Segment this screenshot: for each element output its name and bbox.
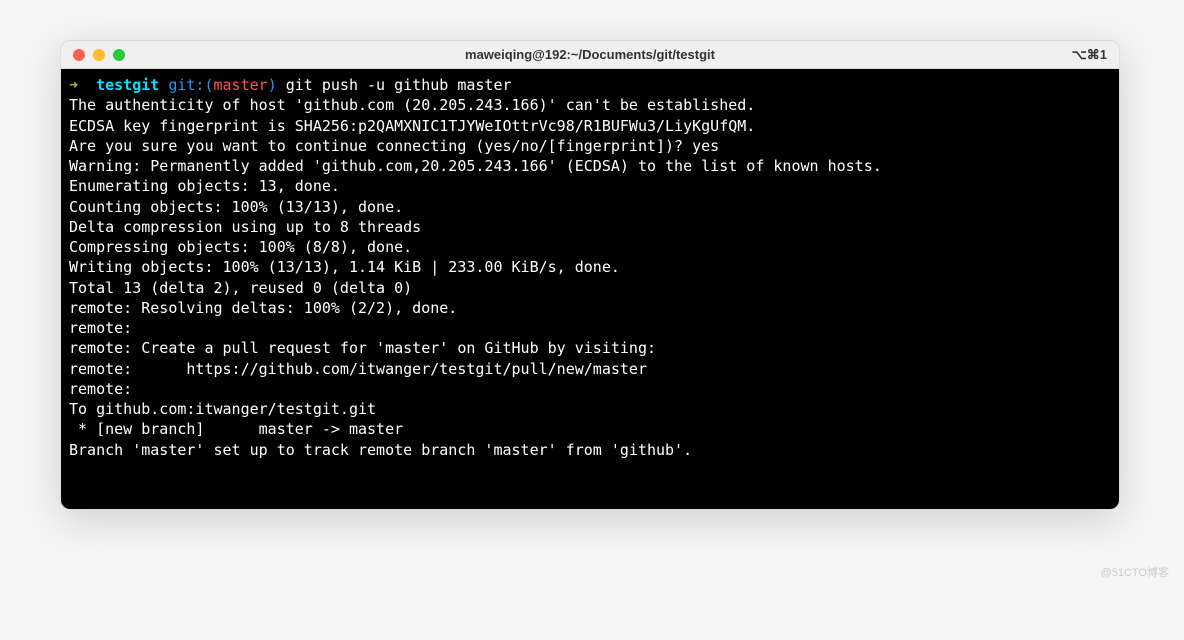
terminal-body[interactable]: ➜ testgit git:(master) git push -u githu… — [61, 69, 1119, 509]
git-label: git:( — [168, 76, 213, 94]
output-line: remote: — [69, 318, 1111, 338]
output-line: Enumerating objects: 13, done. — [69, 176, 1111, 196]
output-line: The authenticity of host 'github.com (20… — [69, 95, 1111, 115]
output-line: remote: — [69, 379, 1111, 399]
output-line: Compressing objects: 100% (8/8), done. — [69, 237, 1111, 257]
window-title: maweiqing@192:~/Documents/git/testgit — [465, 47, 715, 62]
window-shortcut: ⌥⌘1 — [1072, 47, 1107, 63]
output-line: remote: https://github.com/itwanger/test… — [69, 359, 1111, 379]
minimize-button[interactable] — [93, 49, 105, 61]
maximize-button[interactable] — [113, 49, 125, 61]
output-line: Delta compression using up to 8 threads — [69, 217, 1111, 237]
prompt-dir: testgit — [96, 76, 159, 94]
output-line: Branch 'master' set up to track remote b… — [69, 440, 1111, 460]
output-line: Writing objects: 100% (13/13), 1.14 KiB … — [69, 257, 1111, 277]
traffic-lights — [73, 49, 125, 61]
output-line: Total 13 (delta 2), reused 0 (delta 0) — [69, 278, 1111, 298]
terminal-window: maweiqing@192:~/Documents/git/testgit ⌥⌘… — [60, 40, 1120, 510]
prompt-arrow: ➜ — [69, 76, 78, 94]
output-line: Are you sure you want to continue connec… — [69, 136, 1111, 156]
output-line: remote: Resolving deltas: 100% (2/2), do… — [69, 298, 1111, 318]
git-close: ) — [268, 76, 277, 94]
output-line: remote: Create a pull request for 'maste… — [69, 338, 1111, 358]
prompt-line: ➜ testgit git:(master) git push -u githu… — [69, 75, 1111, 95]
output-line: To github.com:itwanger/testgit.git — [69, 399, 1111, 419]
git-branch: master — [214, 76, 268, 94]
close-button[interactable] — [73, 49, 85, 61]
command-text: git push -u github master — [286, 76, 512, 94]
output-line: Warning: Permanently added 'github.com,2… — [69, 156, 1111, 176]
output-line: Counting objects: 100% (13/13), done. — [69, 197, 1111, 217]
watermark: @51CTO博客 — [1101, 564, 1169, 580]
output-line: * [new branch] master -> master — [69, 419, 1111, 439]
output-line: ECDSA key fingerprint is SHA256:p2QAMXNI… — [69, 116, 1111, 136]
titlebar[interactable]: maweiqing@192:~/Documents/git/testgit ⌥⌘… — [61, 41, 1119, 69]
